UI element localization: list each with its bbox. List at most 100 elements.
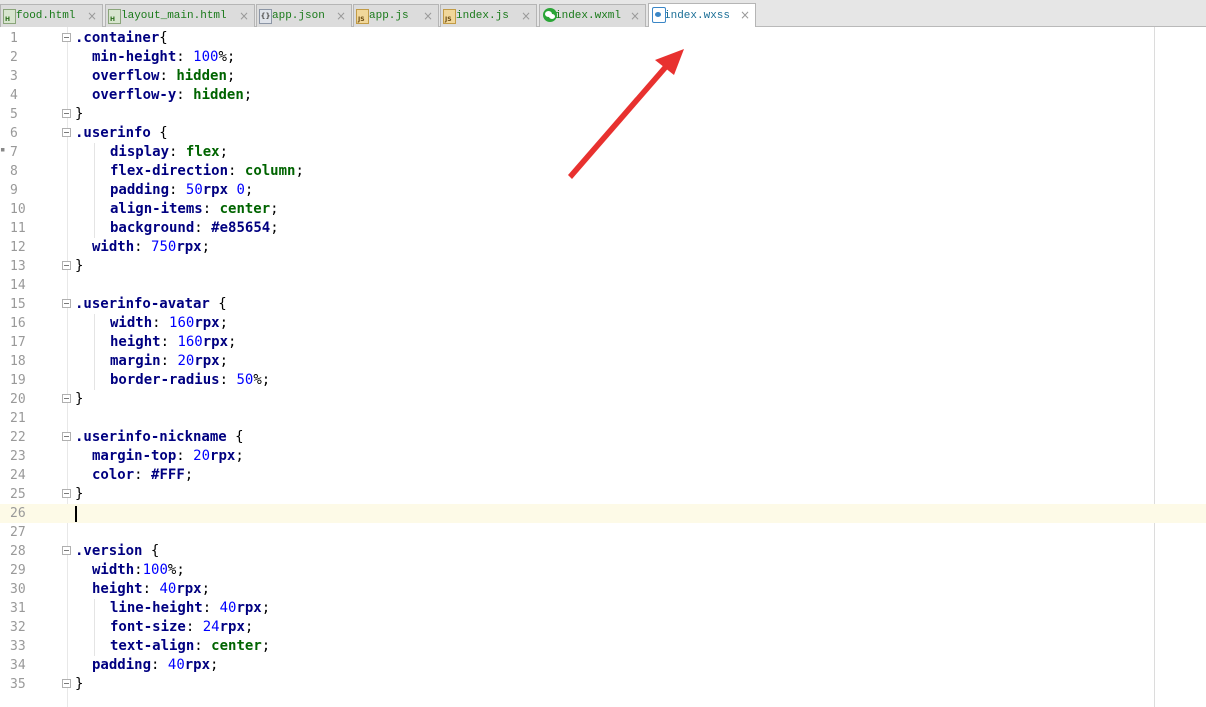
code-line[interactable]: 30 height: 40rpx; <box>0 580 1206 599</box>
tab-index-js[interactable]: JS index.js × <box>440 4 537 27</box>
code-line[interactable]: 7 display: flex; <box>0 143 1206 162</box>
tab-label: food.html <box>16 10 76 22</box>
line-number: 15 <box>10 297 26 312</box>
tab-label: index.wxss <box>664 9 731 22</box>
indent-guide <box>94 618 95 637</box>
line-number: 18 <box>10 354 26 369</box>
tab-food-html[interactable]: Hfood.html × <box>0 4 103 27</box>
fold-toggle-icon[interactable] <box>62 489 71 498</box>
fold-toggle-icon[interactable] <box>62 109 71 118</box>
code-text: } <box>75 106 84 122</box>
fold-toggle-icon[interactable] <box>62 33 71 42</box>
code-line[interactable]: 15 .userinfo-avatar { <box>0 295 1206 314</box>
code-text: } <box>75 676 84 692</box>
fold-toggle-icon[interactable] <box>62 432 71 441</box>
code-text: padding: 50rpx 0; <box>110 182 254 198</box>
tab-index-wxml[interactable]: index.wxml × <box>539 4 646 27</box>
fold-toggle-icon[interactable] <box>62 546 71 555</box>
code-line[interactable]: 29 width:100%; <box>0 561 1206 580</box>
code-line[interactable]: 19 border-radius: 50%; <box>0 371 1206 390</box>
code-line[interactable]: 34 padding: 40rpx; <box>0 656 1206 675</box>
line-number: 7 <box>10 145 18 160</box>
tab-index-wxss[interactable]: index.wxss × <box>648 3 756 27</box>
code-line[interactable]: 5} <box>0 105 1206 124</box>
tab-layout-main-html[interactable]: Hlayout_main.html × <box>105 4 255 27</box>
code-text: color: #FFF; <box>92 467 194 483</box>
tab-app-js[interactable]: JS app.js × <box>353 4 439 27</box>
code-text: background: #e85654; <box>110 220 279 236</box>
code-line[interactable]: 20} <box>0 390 1206 409</box>
close-icon[interactable]: × <box>87 9 97 23</box>
code-text: width: 750rpx; <box>92 239 211 255</box>
code-text: padding: 40rpx; <box>92 657 219 673</box>
fold-toggle-icon[interactable] <box>62 261 71 270</box>
indent-guide <box>94 200 95 219</box>
js-icon-letters: JS <box>445 16 452 23</box>
line-number: 19 <box>10 373 26 388</box>
tab-label: layout_main.html <box>121 10 227 22</box>
line-number: 25 <box>10 487 26 502</box>
line-number: 11 <box>10 221 26 236</box>
close-icon[interactable]: × <box>423 9 433 23</box>
code-text: border-radius: 50%; <box>110 372 271 388</box>
fold-toggle-icon[interactable] <box>62 394 71 403</box>
code-line[interactable]: 28 .version { <box>0 542 1206 561</box>
code-line[interactable]: 27 <box>0 523 1206 542</box>
code-line[interactable]: 22 .userinfo-nickname { <box>0 428 1206 447</box>
tab-app-json[interactable]: {} app.json × <box>256 4 352 27</box>
line-number: 3 <box>10 69 18 84</box>
line-number: 1 <box>10 31 18 46</box>
code-line[interactable]: 2 min-height: 100%; <box>0 48 1206 67</box>
close-icon[interactable]: × <box>630 9 640 23</box>
code-line[interactable]: 32 font-size: 24rpx; <box>0 618 1206 637</box>
code-line[interactable]: 13} <box>0 257 1206 276</box>
code-line[interactable]: 3 overflow: hidden; <box>0 67 1206 86</box>
line-number: 20 <box>10 392 26 407</box>
code-line[interactable]: 31 line-height: 40rpx; <box>0 599 1206 618</box>
code-line[interactable]: 11 background: #e85654; <box>0 219 1206 238</box>
indent-guide <box>94 599 95 618</box>
line-number: 5 <box>10 107 18 122</box>
code-line[interactable]: 35} <box>0 675 1206 694</box>
code-text: overflow-y: hidden; <box>92 87 253 103</box>
code-text: font-size: 24rpx; <box>110 619 254 635</box>
code-line[interactable]: 21 <box>0 409 1206 428</box>
tab-label: app.json <box>272 10 325 22</box>
close-icon[interactable]: × <box>336 9 346 23</box>
line-number: 27 <box>10 525 26 540</box>
line-number: 35 <box>10 677 26 692</box>
code-line[interactable]: 25} <box>0 485 1206 504</box>
fold-toggle-icon[interactable] <box>62 299 71 308</box>
code-line[interactable]: 26 <box>0 504 1206 523</box>
indent-guide <box>94 314 95 333</box>
code-line[interactable]: 10 align-items: center; <box>0 200 1206 219</box>
code-line[interactable]: 12 width: 750rpx; <box>0 238 1206 257</box>
code-line[interactable]: 16 width: 160rpx; <box>0 314 1206 333</box>
code-line[interactable]: 17 height: 160rpx; <box>0 333 1206 352</box>
code-text: } <box>75 391 84 407</box>
code-line[interactable]: 23 margin-top: 20rpx; <box>0 447 1206 466</box>
line-number: 28 <box>10 544 26 559</box>
code-line[interactable]: 8 flex-direction: column; <box>0 162 1206 181</box>
code-line[interactable]: 18 margin: 20rpx; <box>0 352 1206 371</box>
code-line[interactable]: 4 overflow-y: hidden; <box>0 86 1206 105</box>
code-line[interactable]: 6 .userinfo { <box>0 124 1206 143</box>
code-text: .userinfo-nickname { <box>75 429 244 445</box>
fold-toggle-icon[interactable] <box>62 679 71 688</box>
code-line[interactable]: 9 padding: 50rpx 0; <box>0 181 1206 200</box>
fold-toggle-icon[interactable] <box>62 128 71 137</box>
code-text: .userinfo-avatar { <box>75 296 227 312</box>
close-icon[interactable]: × <box>740 8 750 22</box>
indent-guide <box>94 371 95 390</box>
code-text: line-height: 40rpx; <box>110 600 271 616</box>
code-line[interactable]: 1 .container{ <box>0 29 1206 48</box>
close-icon[interactable]: × <box>521 9 531 23</box>
code-editor[interactable]: ▪ 1 .container{2 min-height: 100%; 3 overflo… <box>0 27 1206 707</box>
close-icon[interactable]: × <box>239 9 249 23</box>
code-line[interactable]: 33 text-align: center; <box>0 637 1206 656</box>
code-line[interactable]: 14 <box>0 276 1206 295</box>
line-number: 8 <box>10 164 18 179</box>
code-line[interactable]: 24 color: #FFF; <box>0 466 1206 485</box>
line-number: 2 <box>10 50 18 65</box>
line-number: 32 <box>10 620 26 635</box>
